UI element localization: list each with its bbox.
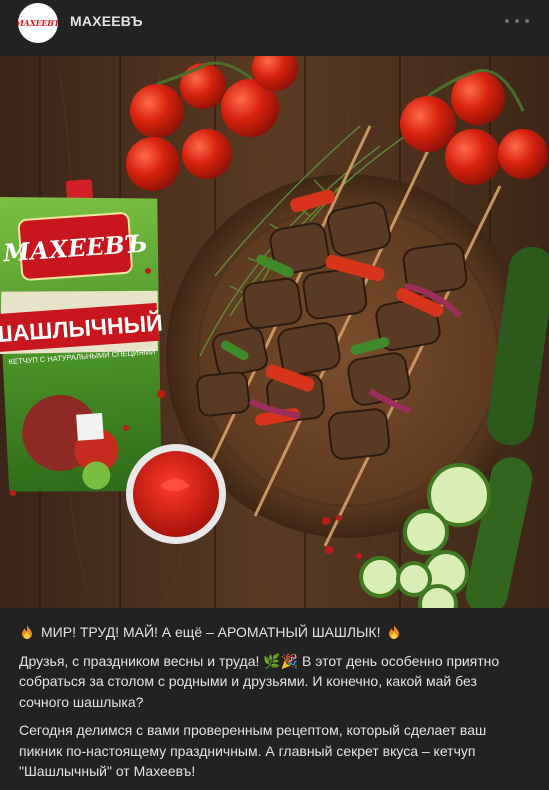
fire-icon <box>22 625 32 640</box>
avatar-logo: МАХЕЕВЪ <box>18 18 58 28</box>
author-name[interactable]: МАХЕЕВЪ <box>70 13 143 29</box>
post-card: МАХЕЕВЪ МАХЕЕВЪ <box>0 0 549 785</box>
photo-illustration: МАХЕЕВЪ ШАШЛЫЧНЫЙ КЕТЧУП С НАТУРАЛЬНЫМИ … <box>0 56 549 608</box>
post-headline-row: МИР! ТРУД! МАЙ! А ещё – АРОМАТНЫЙ ШАШЛЫК… <box>19 622 514 643</box>
more-dots-icon[interactable] <box>505 13 529 29</box>
post-text: МИР! ТРУД! МАЙ! А ещё – АРОМАТНЫЙ ШАШЛЫК… <box>19 622 514 790</box>
fire-icon <box>389 625 400 640</box>
post-headline: МИР! ТРУД! МАЙ! А ещё – АРОМАТНЫЙ ШАШЛЫК… <box>41 624 381 640</box>
post-photo[interactable]: МАХЕЕВЪ ШАШЛЫЧНЫЙ КЕТЧУП С НАТУРАЛЬНЫМИ … <box>0 56 549 608</box>
post-header: МАХЕЕВЪ МАХЕЕВЪ <box>0 0 549 56</box>
avatar[interactable]: МАХЕЕВЪ <box>18 3 58 43</box>
post-paragraph-1: Друзья, с праздником весны и труда! 🌿🎉 В… <box>19 652 500 710</box>
post-paragraph-2: Сегодня делимся с вами проверенным рецеп… <box>19 722 487 779</box>
